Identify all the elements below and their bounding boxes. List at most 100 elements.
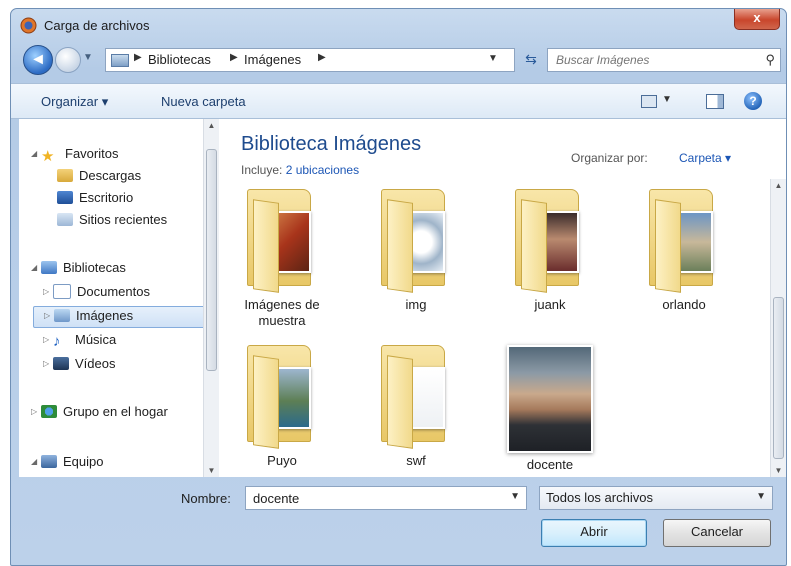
scroll-up-icon[interactable]: ▲ [771, 181, 786, 190]
expand-arrow-icon[interactable]: ▷ [43, 359, 53, 368]
recent-places-icon [57, 213, 73, 227]
folder-item-sample-pictures[interactable]: Imágenes de muestra [227, 189, 337, 329]
sidebar-item-favorites[interactable]: ◢ ★ Favoritos [31, 145, 118, 165]
item-label: Puyo [267, 453, 297, 468]
folder-item-img[interactable]: img [361, 189, 471, 313]
scroll-up-icon[interactable]: ▲ [204, 121, 219, 130]
address-dropdown-icon[interactable]: ▼ [488, 53, 498, 64]
breadcrumb-arrow-icon[interactable]: ▶ [318, 52, 326, 63]
file-list-pane: Biblioteca Imágenes Incluye: 2 ubicacion… [219, 119, 786, 477]
view-options-dropdown-icon[interactable]: ▼ [662, 94, 672, 105]
desktop-icon [57, 191, 73, 205]
back-button[interactable]: ◄ [23, 45, 53, 75]
includes-line: Incluye: 2 ubicaciones [241, 163, 359, 177]
title-bar: Carga de archivos x [11, 9, 786, 41]
locations-link[interactable]: 2 ubicaciones [286, 163, 359, 177]
preview-pane-icon[interactable] [706, 94, 724, 109]
filename-input[interactable] [251, 490, 495, 507]
star-icon: ★ [41, 148, 55, 166]
breadcrumb-libraries[interactable]: Bibliotecas [148, 52, 211, 67]
sidebar-scrollbar[interactable]: ▲ ▼ [203, 119, 219, 477]
filename-dropdown-icon[interactable]: ▼ [510, 491, 520, 502]
sidebar-item-downloads[interactable]: Descargas [57, 167, 141, 187]
item-label: juank [534, 297, 566, 312]
folder-icon [381, 189, 451, 293]
help-icon[interactable]: ? [744, 92, 762, 110]
browser-icon [20, 17, 37, 34]
content-scroll-thumb[interactable] [773, 297, 784, 459]
documents-icon [53, 284, 71, 300]
libraries-icon [41, 261, 57, 275]
pictures-library-icon [111, 54, 129, 67]
item-label: orlando [662, 297, 706, 312]
folder-icon [381, 345, 451, 449]
folder-item-swf[interactable]: swf [361, 345, 471, 469]
change-view-icon[interactable] [641, 95, 657, 108]
filename-combobox[interactable]: ▼ [245, 486, 527, 510]
sidebar-item-music[interactable]: ▷ ♪ Música [43, 331, 116, 351]
cancel-button[interactable]: Cancelar [663, 519, 771, 547]
music-icon: ♪ [53, 333, 61, 351]
file-item-docente[interactable]: docente [495, 345, 605, 473]
breadcrumb-pictures[interactable]: Imágenes [244, 52, 301, 67]
folder-icon [515, 189, 585, 293]
image-thumbnail [507, 345, 593, 453]
organize-button[interactable]: Organizar ▾ [41, 94, 108, 110]
expand-arrow-icon[interactable]: ▷ [44, 311, 54, 320]
scroll-down-icon[interactable]: ▼ [771, 466, 786, 475]
sidebar-item-videos[interactable]: ▷ Vídeos [43, 355, 115, 375]
refresh-icon[interactable]: ⇆ [518, 49, 544, 71]
arrange-by-dropdown[interactable]: Carpeta ▾ [679, 151, 731, 165]
expand-arrow-icon[interactable]: ▷ [43, 287, 53, 296]
sidebar-item-documents[interactable]: ▷ Documentos [43, 283, 150, 303]
item-label: Imágenes de muestra [244, 297, 320, 328]
collapse-arrow-icon[interactable]: ◢ [31, 457, 41, 466]
folder-icon [247, 345, 317, 449]
sidebar-item-desktop[interactable]: Escritorio [57, 189, 133, 209]
folder-icon [649, 189, 719, 293]
item-label: swf [406, 453, 426, 468]
navigation-pane: ◢ ★ Favoritos Descargas Escritorio Sitios … [19, 119, 219, 477]
search-icon[interactable]: ⚲ [765, 52, 775, 68]
filetype-dropdown-icon[interactable]: ▼ [756, 491, 766, 502]
file-upload-dialog: Carga de archivos x ◄ ▼ ▶ Bibliotecas ▶ … [10, 8, 787, 566]
command-bar: Organizar ▾ Nueva carpeta ▼ ? [11, 83, 786, 119]
navigation-bar: ◄ ▼ ▶ Bibliotecas ▶ Imágenes ▶ ▼ ⇆ ⚲ [11, 43, 786, 77]
recent-pages-dropdown-icon[interactable]: ▼ [83, 52, 93, 63]
open-button[interactable]: Abrir [541, 519, 647, 547]
sidebar-item-homegroup[interactable]: ▷ Grupo en el hogar [31, 403, 168, 423]
folder-item-puyo[interactable]: Puyo [227, 345, 337, 469]
sidebar-item-recent-places[interactable]: Sitios recientes [57, 211, 167, 231]
filetype-value: Todos los archivos [546, 490, 653, 505]
forward-button[interactable] [55, 47, 81, 73]
downloads-folder-icon [57, 169, 73, 183]
sidebar-item-libraries[interactable]: ◢ Bibliotecas [31, 259, 126, 279]
expand-arrow-icon[interactable]: ▷ [31, 407, 41, 416]
close-button[interactable]: x [734, 9, 780, 30]
scroll-down-icon[interactable]: ▼ [204, 466, 219, 475]
filetype-select[interactable]: Todos los archivos ▼ [539, 486, 773, 510]
homegroup-icon [41, 405, 57, 419]
search-input[interactable] [554, 51, 748, 69]
folder-item-juank[interactable]: juank [495, 189, 605, 313]
breadcrumb-arrow-icon[interactable]: ▶ [134, 52, 142, 63]
collapse-arrow-icon[interactable]: ◢ [31, 263, 41, 272]
content-scrollbar[interactable]: ▲ ▼ [770, 179, 786, 477]
item-label: docente [526, 457, 574, 472]
computer-icon [41, 455, 57, 469]
sidebar-item-pictures[interactable]: ▷ Imágenes [33, 306, 215, 328]
search-box[interactable]: ⚲ [547, 48, 781, 72]
expand-arrow-icon[interactable]: ▷ [43, 335, 53, 344]
folder-icon [247, 189, 317, 293]
collapse-arrow-icon[interactable]: ◢ [31, 149, 41, 158]
sidebar-scroll-thumb[interactable] [206, 149, 217, 371]
address-bar[interactable]: ▶ Bibliotecas ▶ Imágenes ▶ ▼ ⇆ [105, 48, 537, 72]
videos-icon [53, 357, 69, 371]
new-folder-button[interactable]: Nueva carpeta [161, 94, 246, 109]
window-title: Carga de archivos [44, 18, 150, 33]
pictures-icon [54, 309, 70, 323]
breadcrumb-arrow-icon[interactable]: ▶ [230, 52, 238, 63]
folder-item-orlando[interactable]: orlando [629, 189, 739, 313]
sidebar-item-computer[interactable]: ◢ Equipo [31, 453, 103, 473]
arrange-by-label: Organizar por: [571, 151, 648, 165]
